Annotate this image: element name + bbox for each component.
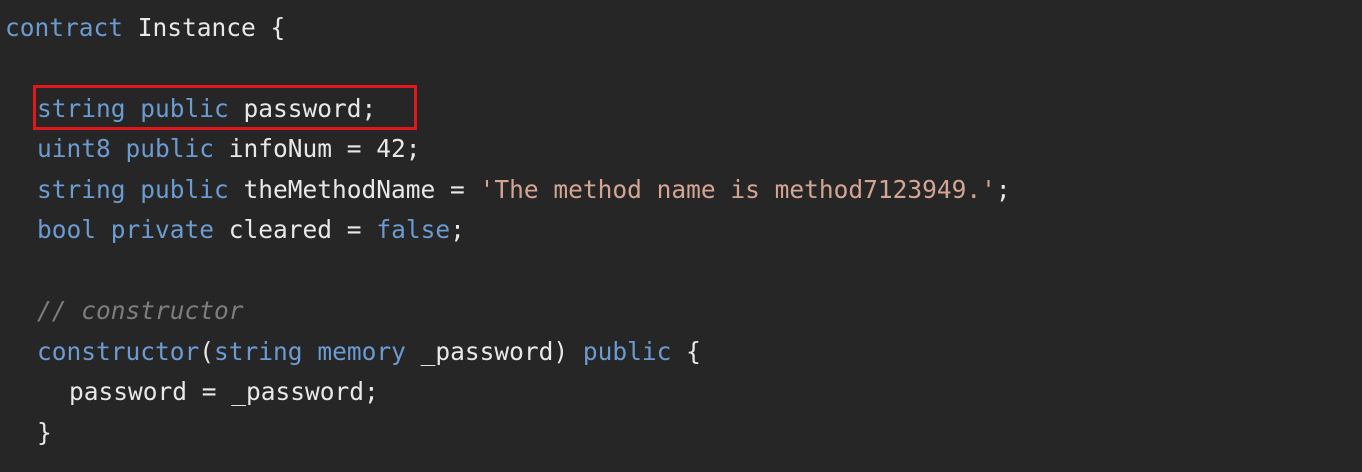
- type-bool: bool: [37, 215, 97, 244]
- visibility-private: private: [110, 215, 215, 244]
- code-editor: contract Instance { string public passwo…: [0, 0, 1362, 472]
- close-brace: }: [37, 418, 52, 447]
- code-line-constructor: constructor(string memory _password) pub…: [5, 332, 701, 372]
- code-line-assignment: password = _password;: [5, 372, 379, 412]
- infonum-declaration: infoNum = 42;: [214, 134, 421, 163]
- param-name: _password): [405, 337, 583, 366]
- code-line-password: string public password;: [5, 89, 376, 129]
- password-assignment: password = _password;: [69, 377, 379, 406]
- code-line-close-brace: }: [5, 413, 52, 453]
- methodname-declaration: theMethodName =: [228, 175, 480, 204]
- code-line-methodname: string public theMethodName = 'The metho…: [5, 170, 1011, 210]
- semicolon: ;: [995, 175, 1011, 204]
- comment-constructor: // constructor: [37, 296, 244, 325]
- visibility-public: public: [125, 134, 215, 163]
- type-string: string: [37, 175, 126, 204]
- visibility-public: public: [140, 175, 229, 204]
- semicolon: ;: [450, 215, 465, 244]
- keyword-constructor: constructor: [37, 337, 200, 366]
- value-false: false: [376, 215, 451, 244]
- open-paren: (: [199, 337, 215, 366]
- visibility-public: public: [140, 94, 229, 123]
- cleared-declaration: cleared =: [214, 215, 377, 244]
- code-line-infonum: uint8 public infoNum = 42;: [5, 129, 421, 169]
- type-string: string: [214, 337, 303, 366]
- code-line-contract: contract Instance {: [5, 8, 285, 48]
- open-brace: {: [671, 337, 701, 366]
- keyword-contract: contract: [5, 13, 124, 42]
- string-literal: 'The method name is method7123949.': [479, 175, 996, 204]
- type-string: string: [37, 94, 126, 123]
- code-line-comment: // constructor: [5, 291, 244, 331]
- keyword-memory: memory: [317, 337, 406, 366]
- visibility-public: public: [582, 337, 672, 366]
- password-declaration: password;: [228, 94, 377, 123]
- contract-name: Instance {: [123, 13, 286, 42]
- code-line-cleared: bool private cleared = false;: [5, 210, 465, 250]
- type-uint8: uint8: [37, 134, 111, 163]
